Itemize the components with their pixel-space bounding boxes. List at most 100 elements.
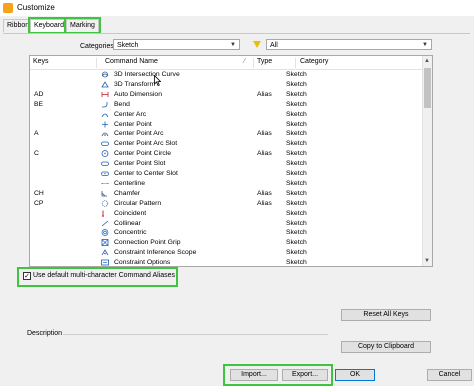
row-keys: C xyxy=(34,150,39,158)
inference-icon xyxy=(101,249,109,256)
row-category: Sketch xyxy=(286,160,307,168)
transform-icon xyxy=(101,81,109,88)
center-point-icon xyxy=(102,121,108,127)
row-command-name: Coincident xyxy=(114,209,147,217)
row-category: Sketch xyxy=(286,259,307,267)
description-label: Description xyxy=(27,330,63,337)
ok-button[interactable]: OK xyxy=(335,369,375,381)
row-command-name: 3D Intersection Curve xyxy=(114,71,180,78)
row-command-name: 3D Transform xyxy=(114,80,156,88)
table-row[interactable]: 3D Transform Sketch xyxy=(30,80,422,89)
import-button[interactable]: Import... xyxy=(230,369,278,381)
tab-keyboard[interactable]: Keyboard xyxy=(28,17,70,34)
table-row[interactable]: Concentric Sketch xyxy=(30,228,422,237)
row-command-name: Circular Pattern xyxy=(114,199,162,207)
row-category: Sketch xyxy=(286,219,307,227)
cancel-button[interactable]: Cancel xyxy=(427,369,472,381)
row-category: Sketch xyxy=(286,229,307,237)
categories-label: Categories xyxy=(80,43,114,50)
header-category[interactable]: Category xyxy=(300,58,328,65)
table-row[interactable]: Centerline Sketch xyxy=(30,179,422,188)
table-row[interactable]: C Center Point Circle Alias Sketch xyxy=(30,149,422,158)
chevron-down-icon: ▼ xyxy=(422,42,428,48)
auto-dimension-icon xyxy=(101,91,109,97)
circular-pattern-icon xyxy=(101,200,109,207)
filter-value: All xyxy=(270,42,278,49)
table-row[interactable]: Center Point Slot Sketch xyxy=(30,159,422,168)
row-type: Alias xyxy=(257,189,272,197)
categories-dropdown[interactable]: Sketch ▼ xyxy=(113,39,240,50)
table-row[interactable]: Collinear Sketch xyxy=(30,219,422,228)
checkbox-box[interactable]: ✓ xyxy=(23,272,31,280)
table-row[interactable]: Center Arc Sketch xyxy=(30,110,422,119)
header-keys[interactable]: Keys xyxy=(33,58,49,65)
categories-value: Sketch xyxy=(117,42,139,49)
tab-ribbon[interactable]: Ribbon xyxy=(3,19,34,32)
coincident-icon xyxy=(102,210,104,217)
row-command-name: Collinear xyxy=(114,219,141,227)
center-slot-icon xyxy=(101,171,109,176)
row-type: Alias xyxy=(257,90,272,98)
filter-dropdown[interactable]: All ▼ xyxy=(266,39,432,50)
row-category: Sketch xyxy=(286,170,307,177)
row-category: Sketch xyxy=(286,80,307,88)
row-category: Sketch xyxy=(286,71,307,78)
row-command-name: Center Point Arc xyxy=(114,130,164,138)
row-command-name: Center Arc xyxy=(114,110,147,118)
row-keys: CH xyxy=(34,189,44,197)
table-row[interactable]: Center to Center Slot Sketch xyxy=(30,169,422,178)
row-command-name: Center to Center Slot xyxy=(114,170,178,177)
table-row[interactable]: Center Point Sketch xyxy=(30,120,422,129)
table-row[interactable]: Connection Point Grip Sketch xyxy=(30,238,422,247)
scroll-up-icon[interactable]: ▲ xyxy=(424,58,430,64)
copy-to-clipboard-button[interactable]: Copy to Clipboard xyxy=(341,341,431,353)
description-divider xyxy=(63,334,328,335)
table-row[interactable]: Constraint Inference Scope Sketch xyxy=(30,248,422,257)
row-category: Sketch xyxy=(286,140,307,148)
table-row[interactable]: Coincident Sketch xyxy=(30,209,422,218)
grip-icon xyxy=(101,239,109,247)
table-row[interactable]: CP Circular Pattern Alias Sketch xyxy=(30,199,422,208)
reset-all-keys-button[interactable]: Reset All Keys xyxy=(341,309,431,321)
row-command-name: Constraint Options xyxy=(114,259,171,267)
app-icon xyxy=(3,3,13,13)
row-command-name: Center Point Arc Slot xyxy=(114,140,178,148)
scroll-thumb[interactable] xyxy=(424,68,431,108)
scroll-down-icon[interactable]: ▼ xyxy=(424,258,430,264)
row-command-name: Concentric xyxy=(114,229,147,237)
row-type: Alias xyxy=(257,130,272,138)
center-arc-icon xyxy=(101,113,109,117)
tab-marking-menu[interactable]: Marking Menu xyxy=(64,17,101,41)
table-row[interactable]: CH Chamfer Alias Sketch xyxy=(30,189,422,198)
row-keys: A xyxy=(34,130,39,138)
table-row[interactable]: Center Point Arc Slot Sketch xyxy=(30,139,422,148)
table-row[interactable]: BE Bend Sketch xyxy=(30,100,422,109)
arc-slot-icon xyxy=(101,141,109,147)
sort-icon: ⁄ xyxy=(244,58,246,65)
chevron-down-icon: ▼ xyxy=(230,42,236,48)
center-point-arc-icon xyxy=(101,133,109,137)
chamfer-icon xyxy=(101,190,107,197)
row-category: Sketch xyxy=(286,120,307,128)
circle-icon xyxy=(101,150,109,158)
row-category: Sketch xyxy=(286,100,307,108)
export-button[interactable]: Export... xyxy=(282,369,328,381)
table-row[interactable]: AD Auto Dimension Alias Sketch xyxy=(30,90,422,99)
filter-icon xyxy=(253,41,261,48)
row-command-name: Auto Dimension xyxy=(114,90,162,98)
row-command-name: Center Point xyxy=(114,120,152,128)
vertical-scrollbar[interactable]: ▲ ▼ xyxy=(422,56,432,266)
title-bar: Customize xyxy=(0,0,474,16)
row-category: Sketch xyxy=(286,249,307,257)
table-row[interactable]: A Center Point Arc Alias Sketch xyxy=(30,129,422,138)
row-command-name: Center Point Slot xyxy=(114,160,166,168)
collinear-icon xyxy=(101,220,109,226)
row-command-name: Chamfer xyxy=(114,189,141,197)
header-type[interactable]: Type xyxy=(257,58,272,65)
row-command-name: Constraint Inference Scope xyxy=(114,249,197,257)
row-command-name: Center Point Circle xyxy=(114,150,172,158)
use-default-aliases-checkbox[interactable]: ✓ Use default multi-character Command Al… xyxy=(17,267,178,287)
header-command-name[interactable]: Command Name xyxy=(105,58,158,65)
table-row[interactable]: Constraint Options Sketch xyxy=(30,258,422,267)
table-row[interactable]: 3D Intersection Curve Sketch xyxy=(30,70,422,79)
